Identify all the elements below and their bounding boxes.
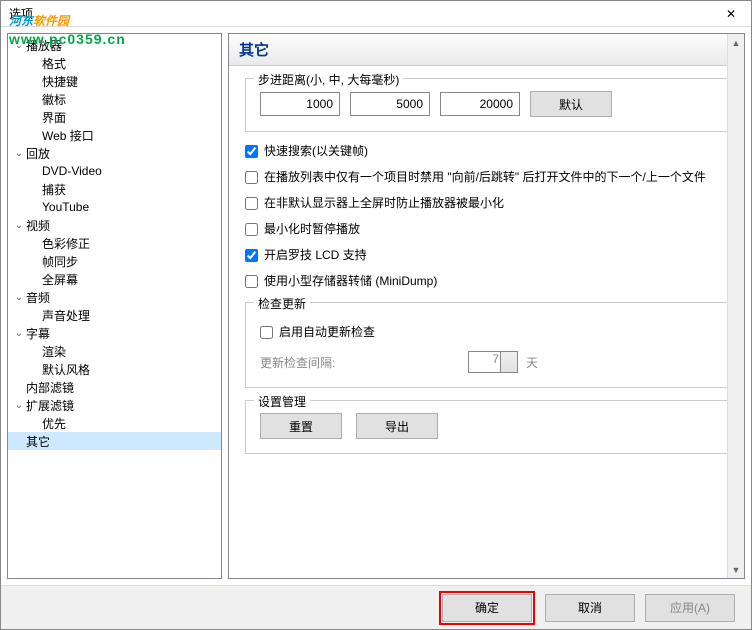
tree-item[interactable]: YouTube [8,198,221,216]
dialog-footer: 确定 取消 应用(A) [1,585,751,629]
tree-item[interactable]: 格式 [8,54,221,72]
enable-updates-label[interactable]: 启用自动更新检查 [279,323,713,341]
tree-item[interactable]: ⌄回放 [8,144,221,162]
tree-item-label: YouTube [42,200,89,214]
prevent-min-checkbox[interactable] [245,197,258,210]
close-icon: ✕ [726,7,736,21]
tree-item-label: 字幕 [26,325,50,342]
fast-seek-label[interactable]: 快速搜索(以关键帧) [264,142,728,160]
updates-group: 检查更新 启用自动更新检查 更新检查间隔: 7 天 [245,302,728,388]
tree-item-label: 快捷键 [42,73,78,90]
chevron-down-icon: ⌄ [12,292,26,303]
page-header: 其它 [229,34,744,66]
tree-item-label: 界面 [42,109,66,126]
window-title: 选项 [9,5,33,22]
jump-small-input[interactable] [260,92,340,116]
jump-legend: 步进距离(小, 中, 大每毫秒) [254,71,403,88]
chevron-down-icon: ⌄ [12,328,26,339]
cancel-button[interactable]: 取消 [545,594,635,622]
close-button[interactable]: ✕ [711,1,751,27]
fast-seek-checkbox[interactable] [245,145,258,158]
chevron-down-icon: ⌄ [12,400,26,411]
tree-item-label: 视频 [26,217,50,234]
tree-item[interactable]: 快捷键 [8,72,221,90]
tree-item-label: 播放器 [26,37,62,54]
tree-item[interactable]: 其它 [8,432,221,450]
tree-item[interactable]: 帧同步 [8,252,221,270]
tree-item[interactable]: 捕获 [8,180,221,198]
tree-item[interactable]: 默认风格 [8,360,221,378]
export-button[interactable]: 导出 [356,413,438,439]
main-panel: 其它 步进距离(小, 中, 大每毫秒) 默认 快速搜索(以关键帧) 在播放列表中… [228,33,745,579]
minidump-checkbox[interactable] [245,275,258,288]
chevron-down-icon: ⌄ [12,220,26,231]
category-tree[interactable]: ⌄播放器格式快捷键徽标界面Web 接口⌄回放DVD-Video捕获YouTube… [7,33,222,579]
tree-item[interactable]: 渲染 [8,342,221,360]
tree-item-label: 优先 [42,415,66,432]
tree-item[interactable]: 内部滤镜 [8,378,221,396]
logitech-label[interactable]: 开启罗技 LCD 支持 [264,246,728,264]
tree-item-label: Web 接口 [42,127,94,144]
tree-item[interactable]: 优先 [8,414,221,432]
vertical-scrollbar[interactable]: ▲ ▼ [727,34,744,578]
tree-item-label: 声音处理 [42,307,90,324]
disable-next-label[interactable]: 在播放列表中仅有一个项目时禁用 "向前/后跳转" 后打开文件中的下一个/上一个文… [264,168,728,186]
tree-item-label: 格式 [42,55,66,72]
tree-item[interactable]: 色彩修正 [8,234,221,252]
ok-button[interactable]: 确定 [442,594,532,622]
tree-item[interactable]: 声音处理 [8,306,221,324]
jump-large-input[interactable] [440,92,520,116]
pause-min-checkbox[interactable] [245,223,258,236]
enable-updates-checkbox[interactable] [260,326,273,339]
tree-item[interactable]: ⌄播放器 [8,36,221,54]
apply-button[interactable]: 应用(A) [645,594,735,622]
disable-next-checkbox[interactable] [245,171,258,184]
tree-item-label: 其它 [26,433,50,450]
tree-item[interactable]: 界面 [8,108,221,126]
tree-item[interactable]: 全屏幕 [8,270,221,288]
pause-min-label[interactable]: 最小化时暂停播放 [264,220,728,238]
prevent-min-label[interactable]: 在非默认显示器上全屏时防止播放器被最小化 [264,194,728,212]
tree-item[interactable]: ⌄字幕 [8,324,221,342]
tree-item[interactable]: Web 接口 [8,126,221,144]
tree-item-label: 全屏幕 [42,271,78,288]
tree-item-label: 默认风格 [42,361,90,378]
logitech-checkbox[interactable] [245,249,258,262]
tree-item[interactable]: 徽标 [8,90,221,108]
tree-item-label: 色彩修正 [42,235,90,252]
interval-spinner[interactable]: 7 [468,351,518,373]
scroll-down-icon[interactable]: ▼ [728,561,744,578]
jump-medium-input[interactable] [350,92,430,116]
tree-item-label: 扩展滤镜 [26,397,74,414]
minidump-label[interactable]: 使用小型存储器转储 (MiniDump) [264,272,728,290]
tree-item[interactable]: ⌄扩展滤镜 [8,396,221,414]
titlebar: 选项 ✕ [1,1,751,27]
content-area: ⌄播放器格式快捷键徽标界面Web 接口⌄回放DVD-Video捕获YouTube… [1,27,751,585]
settings-mgr-group: 设置管理 重置 导出 [245,400,728,454]
scroll-up-icon[interactable]: ▲ [728,34,744,51]
chevron-down-icon: ⌄ [12,40,26,51]
chevron-down-icon: ⌄ [12,148,26,159]
tree-item-label: 音频 [26,289,50,306]
tree-item-label: 内部滤镜 [26,379,74,396]
interval-label: 更新检查间隔: [260,354,460,371]
tree-item-label: 回放 [26,145,50,162]
tree-item-label: 徽标 [42,91,66,108]
tree-item-label: 帧同步 [42,253,78,270]
updates-legend: 检查更新 [254,295,310,312]
days-label: 天 [526,354,538,371]
reset-button[interactable]: 重置 [260,413,342,439]
tree-item[interactable]: ⌄视频 [8,216,221,234]
settings-mgr-legend: 设置管理 [254,393,310,410]
tree-item-label: 捕获 [42,181,66,198]
tree-item[interactable]: ⌄音频 [8,288,221,306]
page-title: 其它 [239,39,734,60]
jump-default-button[interactable]: 默认 [530,91,612,117]
jump-distance-group: 步进距离(小, 中, 大每毫秒) 默认 [245,78,728,132]
tree-item-label: 渲染 [42,343,66,360]
tree-item-label: DVD-Video [42,164,102,178]
tree-item[interactable]: DVD-Video [8,162,221,180]
